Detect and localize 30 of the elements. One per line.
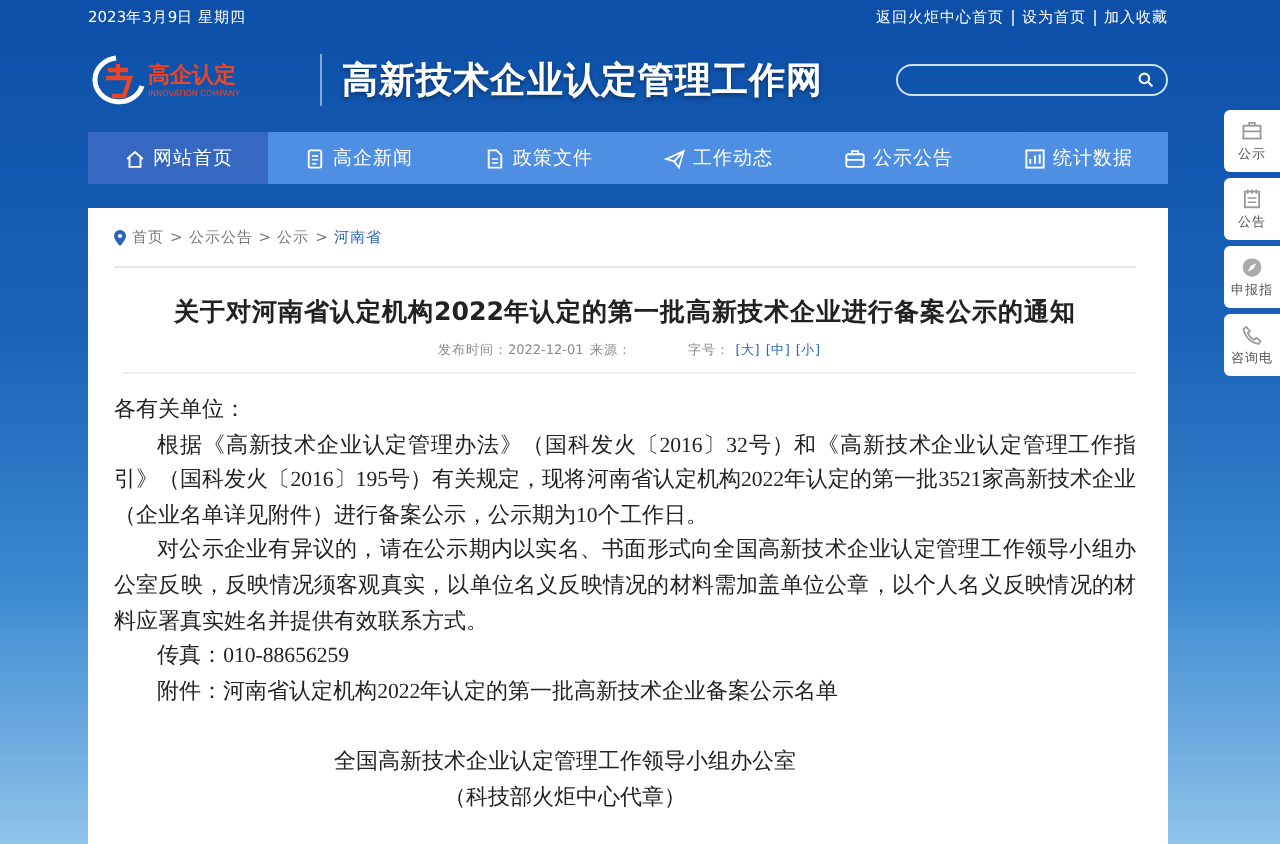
bar-chart-icon xyxy=(1023,147,1045,169)
nav-tab[interactable]: 政策文件 xyxy=(448,132,628,184)
nav-tab[interactable]: 公示公告 xyxy=(808,132,988,184)
nav-tab[interactable]: 工作动态 xyxy=(628,132,808,184)
article-title: 关于对河南省认定机构2022年认定的第一批高新技术企业进行备案公示的通知 xyxy=(171,294,1079,330)
compass-icon xyxy=(1240,256,1264,279)
document-icon xyxy=(303,147,325,169)
paragraph: 各有关单位： xyxy=(114,395,248,426)
paragraph: 附件：河南省认定机构2022年认定的第一批高新技术企业备案公示名单 xyxy=(155,677,841,708)
document-icon xyxy=(483,147,505,169)
paper-plane-icon xyxy=(663,147,685,169)
paragraph: 根据《高新技术企业认定管理办法》（国科发火〔2016〕32号）和《高新技术企业认定管理工作指引》（国科发火〔2016〕195号）有关规定，现将河南省认定机构2022年认定的第一批3521家高新技术企业（企业名单详见附件）进行备案公示，公示期为10个工作日。 xyxy=(114,431,1136,532)
signature-line: （科技部火炬中心代章） xyxy=(442,783,688,814)
notepad-icon xyxy=(1240,188,1264,211)
logo-text: 高企认定 xyxy=(148,63,238,87)
location-pin-icon xyxy=(114,229,126,245)
nav-tab[interactable]: 高企新闻 xyxy=(268,132,448,184)
briefcase-icon xyxy=(843,147,865,169)
nav-tab[interactable]: 网站首页 xyxy=(88,132,268,184)
search-icon[interactable] xyxy=(1138,72,1154,88)
phone-icon xyxy=(1240,324,1264,347)
paragraph: 对公示企业有异议的，请在公示期内以实名、书面形式向全国高新技术企业认定管理工作领导小组办公室反映，反映情况须客观真实，以单位名义反映情况的材料需加盖单位公章，以个人名义反映情况的材料应署真实姓名并提供有效联系方式。 xyxy=(114,535,1136,638)
search-field[interactable] xyxy=(896,64,1168,96)
home-icon xyxy=(123,147,145,169)
site-title: 高新技术企业认定管理工作网 xyxy=(342,58,823,104)
signature-line: 全国高新技术企业认定管理工作领导小组办公室 xyxy=(332,747,798,778)
nav-tab[interactable]: 统计数据 xyxy=(988,132,1168,184)
paragraph: 传真：010-88656259 xyxy=(155,642,352,673)
logo-icon xyxy=(88,54,148,106)
briefcase-icon xyxy=(1240,120,1264,143)
